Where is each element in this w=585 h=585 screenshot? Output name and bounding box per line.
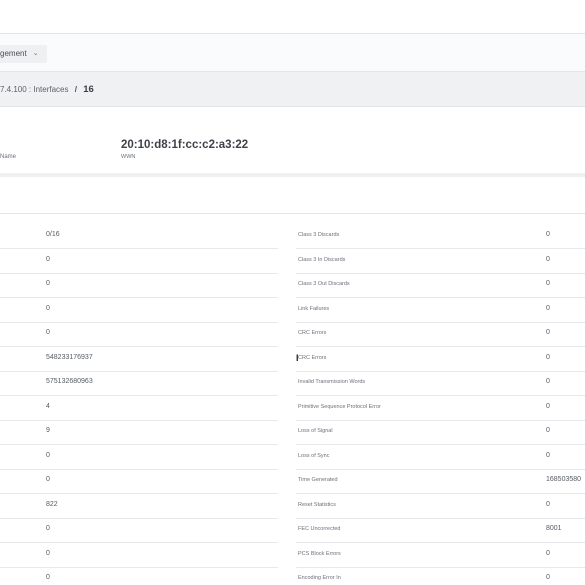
row-divider [0,567,278,568]
row-divider [296,493,585,494]
row-divider [296,248,585,249]
left-stat-value: 0 [46,451,50,459]
row-divider [296,346,585,347]
right-stat-value: 168503580 [546,476,582,483]
left-stat-value: 0 [46,304,50,312]
row-divider [0,444,278,445]
right-stat-value: 0 [546,500,550,508]
breadcrumb-divider [0,106,585,107]
right-stat-value: 0 [546,231,550,238]
right-stat-label: Primitive Sequence Protocol Error [298,403,381,410]
row-divider [296,395,585,396]
row-divider [0,273,278,274]
left-stat-value: 0 [46,280,50,287]
row-divider [0,469,278,470]
breadcrumb-current-interface: 16 [83,84,94,95]
management-dropdown[interactable]: gement ⌄ [0,45,47,63]
right-stat-label: Encoding Error In [298,575,341,581]
wwn-value: 20:10:d8:1f:cc:c2:a3:22 [121,139,249,151]
right-stat-value: 8001 [546,525,562,532]
name-label: Name [0,154,17,160]
menu-bar [0,34,585,71]
right-stat-value: 0 [546,451,550,459]
right-stat-label: CRC Errors [298,330,327,336]
row-divider [296,542,585,543]
right-stat-label: Loss of Sync [298,452,330,459]
row-divider [0,395,278,396]
row-divider [0,371,278,372]
section-separator [0,173,585,177]
left-stat-value: 0 [46,476,50,483]
row-divider [296,371,585,372]
row-divider [296,273,585,274]
right-stat-value: 0 [546,255,550,263]
row-divider [0,542,278,543]
right-stat-value: 0 [546,378,550,385]
breadcrumb-interfaces-link[interactable]: 7.4.100 : Interfaces [0,85,69,94]
right-stat-value: 0 [546,574,550,581]
right-stat-value: 0 [546,402,550,410]
row-divider [296,420,585,421]
row-divider [0,518,278,519]
right-stat-label: Time Generated [298,477,338,483]
right-stat-label: Class 3 In Discards [298,256,346,263]
left-stat-value: 822 [46,500,58,508]
right-stat-value: 0 [546,353,550,361]
right-stat-value: 0 [546,280,550,287]
row-divider [296,518,585,519]
right-stat-label: Invalid Transmission Words [298,379,366,385]
row-divider [0,322,278,323]
left-stat-value: 548233176937 [46,353,93,361]
row-divider [0,420,278,421]
row-divider [0,346,278,347]
right-stat-value: 0 [546,427,550,434]
row-divider [296,444,585,445]
left-stat-value: 0 [46,255,50,263]
right-stat-value: 0 [546,304,550,312]
left-stat-value: 0/16 [46,231,60,238]
left-stat-value: 4 [46,402,50,410]
row-divider [296,567,585,568]
left-stat-value: 0 [46,329,50,336]
text-cursor-icon: I [296,353,299,363]
row-divider [0,248,278,249]
left-stat-value: 0 [46,549,50,557]
left-stat-value: 0 [46,525,50,532]
right-stat-value: 0 [546,329,550,336]
row-divider [0,493,278,494]
right-stat-label: FEC Uncorrected [298,526,341,532]
row-divider [296,322,585,323]
table-top-divider [0,213,585,214]
row-divider [0,297,278,298]
chevron-down-icon: ⌄ [32,50,39,57]
breadcrumb-separator: / [74,85,77,94]
breadcrumb: 7.4.100 : Interfaces / 16 [0,84,94,95]
wwn-label: WWN [121,154,136,160]
right-stat-label: CRC Errors [298,354,327,361]
right-stat-label: Loss of Signal [298,428,333,434]
left-stat-value: 575132680963 [46,378,93,385]
right-stat-label: Class 3 Discards [298,232,340,238]
left-stat-value: 0 [46,574,50,581]
right-stat-label: Class 3 Out Discards [298,281,350,287]
row-divider [296,469,585,470]
right-stat-label: PCS Block Errors [298,550,341,557]
management-dropdown-label: gement [0,49,27,58]
row-divider [296,297,585,298]
left-stat-value: 9 [46,427,50,434]
right-stat-label: Link Failures [298,305,330,312]
right-stat-value: 0 [546,549,550,557]
right-stat-label: Reset Statistics [298,501,336,508]
